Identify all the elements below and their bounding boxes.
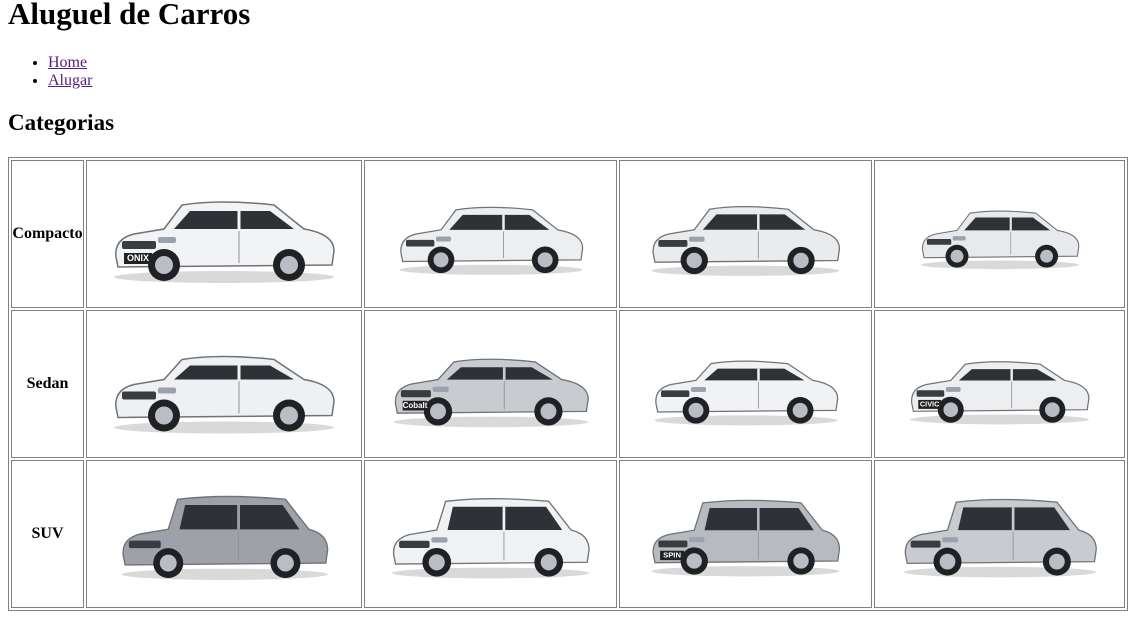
page-title: Aluguel de Carros	[8, 0, 251, 31]
car-cell: CIVIC	[874, 310, 1125, 458]
car-grille	[128, 540, 161, 549]
car-grille	[405, 239, 434, 247]
rim	[155, 406, 173, 424]
headlight	[952, 236, 966, 241]
plate-text: Cobalt	[402, 401, 427, 410]
category-label: SUV	[11, 460, 84, 608]
car-cell: SPIN	[619, 460, 872, 608]
headlight	[690, 386, 706, 392]
car-grille	[910, 540, 940, 548]
car-image[interactable]	[112, 474, 337, 594]
categories-heading: Categorias	[8, 110, 115, 135]
home-link[interactable]: Home	[48, 54, 87, 71]
headlight	[689, 236, 705, 242]
car-image[interactable]: ONIX	[104, 179, 344, 289]
rim	[433, 252, 448, 268]
category-label: Sedan	[11, 310, 84, 458]
rim	[686, 252, 702, 269]
rim	[950, 249, 963, 263]
rim	[686, 552, 702, 569]
categories-table: Compacto ONIX Sedan Cobalt CIVIC SUV SPI…	[8, 157, 1128, 611]
car-cell	[619, 310, 872, 458]
headlight	[689, 536, 705, 542]
car-cell: Cobalt	[364, 310, 617, 458]
category-row-compacto: Compacto ONIX	[11, 160, 1125, 308]
plate-text: ONIX	[127, 253, 149, 263]
headlight	[435, 236, 451, 242]
rim	[155, 256, 173, 274]
rim	[793, 252, 809, 269]
car-grille	[658, 539, 688, 547]
car-grille	[122, 241, 156, 249]
car-image[interactable]	[104, 327, 344, 442]
headlight	[945, 386, 961, 392]
headlight	[158, 237, 176, 243]
rim	[159, 554, 177, 572]
car-image[interactable]: SPIN	[643, 477, 848, 592]
rim	[428, 553, 445, 570]
car-cell	[874, 460, 1125, 608]
car-image[interactable]	[914, 184, 1086, 284]
car-grille	[122, 391, 156, 399]
rim	[793, 552, 809, 569]
rim	[688, 402, 703, 418]
nav-item-alugar: Alugar	[48, 72, 92, 90]
alugar-link[interactable]: Alugar	[48, 72, 92, 89]
rim	[1045, 401, 1060, 417]
rim	[939, 553, 955, 569]
car-cell	[364, 160, 617, 308]
car-grille	[660, 389, 689, 397]
car-cell	[86, 460, 362, 608]
car-image[interactable]: CIVIC	[902, 332, 1097, 437]
car-grille	[399, 540, 430, 548]
main-nav: Home Alugar	[8, 54, 92, 90]
rim	[539, 403, 556, 420]
rim	[280, 406, 298, 424]
car-image[interactable]	[383, 472, 598, 597]
rim	[276, 554, 294, 572]
headlight	[432, 386, 449, 392]
rim	[280, 256, 298, 274]
rim	[792, 402, 808, 418]
nav-item-home: Home	[48, 54, 92, 72]
car-grille	[400, 390, 431, 398]
rim	[1048, 553, 1065, 569]
category-row-suv: SUV SPIN	[11, 460, 1125, 608]
car-image[interactable]	[391, 179, 591, 289]
headlight	[431, 536, 448, 543]
car-cell	[364, 460, 617, 608]
rim	[537, 252, 553, 268]
rim	[943, 401, 959, 417]
headlight	[162, 536, 179, 543]
car-grille	[658, 239, 688, 247]
car-cell	[86, 310, 362, 458]
rim	[1039, 249, 1053, 263]
plate-text: CIVIC	[920, 399, 940, 408]
car-cell	[619, 160, 872, 308]
car-image[interactable]	[646, 337, 846, 432]
category-row-sedan: Sedan Cobalt CIVIC	[11, 310, 1125, 458]
car-image[interactable]	[643, 179, 848, 289]
category-label: Compacto	[11, 160, 84, 308]
car-image[interactable]	[895, 482, 1105, 587]
car-grille	[926, 239, 951, 245]
car-image[interactable]: Cobalt	[385, 329, 597, 439]
car-cell	[874, 160, 1125, 308]
plate-text: SPIN	[663, 550, 681, 559]
rim	[429, 403, 446, 420]
rim	[540, 553, 557, 570]
headlight	[941, 536, 958, 542]
headlight	[158, 387, 176, 393]
car-cell: ONIX	[86, 160, 362, 308]
car-grille	[916, 389, 945, 397]
